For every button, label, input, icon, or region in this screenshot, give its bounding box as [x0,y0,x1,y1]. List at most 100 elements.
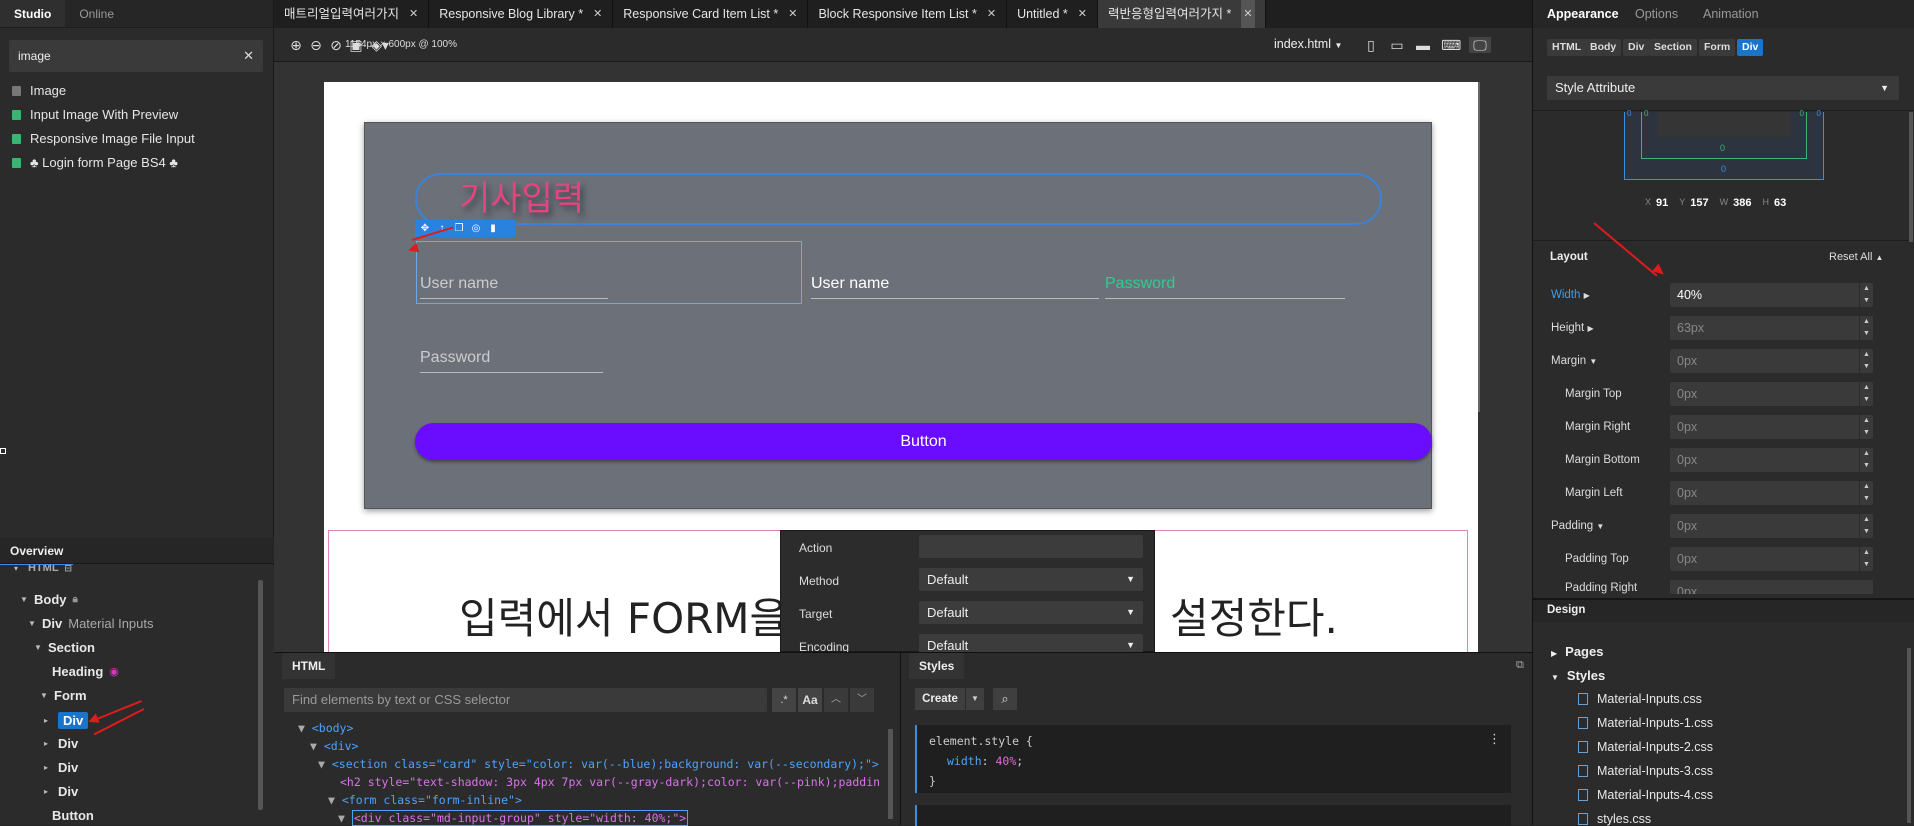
method-select[interactable]: Default ▼ [919,568,1143,591]
css-file[interactable]: styles.css [1578,812,1651,826]
delete-icon[interactable]: ▮ [486,223,500,234]
html-scrollbar[interactable] [888,729,893,819]
tab-html[interactable]: HTML [282,653,336,679]
password-field[interactable]: Password [1105,275,1345,299]
dom-line[interactable]: ▼ <form class="form-inline"> [328,793,522,807]
component-search-input[interactable]: image ✕ [9,40,263,72]
tree-item-form[interactable]: ▼ Form [40,688,87,703]
chevron-down-icon[interactable]: ﹀ [850,688,874,712]
close-icon[interactable]: ✕ [1078,0,1087,28]
width-label[interactable]: Width ▶ [1551,289,1590,301]
tree-item-body[interactable]: ▼ Body 🔒︎ [20,592,78,607]
padding-input[interactable]: 0px ▲ ▼ [1670,514,1873,538]
style-rule[interactable] [915,805,1511,826]
margin-top-input[interactable]: 0px ▲ ▼ [1670,382,1873,406]
tree-item-div[interactable]: ▸ Div [44,736,78,751]
username-field[interactable]: User name [811,275,1099,299]
crumb-form[interactable]: Form [1699,39,1736,56]
laptop-view-icon[interactable]: ⌨ [1441,37,1461,53]
crumb-html[interactable]: HTML [1547,39,1587,56]
margin-right-input[interactable]: 0px ▲ ▼ [1670,415,1873,439]
tab-animation[interactable]: Animation [1703,0,1759,28]
style-attribute-select[interactable]: Style Attribute ▼ [1547,76,1899,100]
tree-scrollbar[interactable] [258,580,263,810]
stepper-icon[interactable]: ▲ ▼ [1859,349,1873,373]
dom-line[interactable]: ▼ <body> [298,721,353,735]
doc-tab[interactable]: 매트리얼입력여러가지 ✕ [274,0,430,28]
crumb-body[interactable]: Body [1585,39,1622,56]
tree-item-button[interactable]: Button [52,808,94,823]
css-file[interactable]: Material-Inputs.css [1578,692,1702,706]
css-file[interactable]: Material-Inputs-2.css [1578,740,1713,754]
duplicate-icon[interactable]: ❐ [452,223,466,234]
height-label[interactable]: Height ▶ [1551,322,1594,334]
css-file[interactable]: Material-Inputs-4.css [1578,788,1713,802]
encoding-select[interactable]: Default ▼ [919,634,1143,653]
stepper-icon[interactable]: ▲ ▼ [1859,547,1873,571]
crumb-div-active[interactable]: Div [1737,39,1764,56]
dom-line[interactable]: <h2 style="text-shadow: 3px 4px 7px var(… [340,775,880,789]
html-search-input[interactable]: Find elements by text or CSS selector [284,688,767,712]
pages-folder[interactable]: ▶ Pages [1551,644,1603,659]
tablet-landscape-icon[interactable]: ▬ [1415,37,1431,53]
element-style-rule[interactable]: element.style { width: 40%; } ⋮ [915,725,1511,793]
action-input[interactable] [919,535,1143,558]
box-model-margin[interactable]: 0 0 0 0 0 0 [1624,109,1824,180]
component-item[interactable]: Image [12,83,66,98]
zoom-in-icon[interactable]: ⊕ [288,37,304,53]
submit-button[interactable]: Button [415,423,1432,460]
tree-item-heading[interactable]: Heading ◉ [52,664,119,679]
rule-declaration[interactable]: width: 40%; [947,754,1023,768]
dom-line-selected[interactable]: ▼ <div class="md-input-group" style="wid… [338,810,689,826]
doc-tab[interactable]: Untitled * ✕ [1007,0,1099,28]
padding-right-input[interactable]: 0px [1670,580,1873,594]
tree-item-div-selected[interactable]: ▸ Div [44,712,89,729]
close-icon[interactable]: ✕ [593,0,602,28]
case-toggle[interactable]: Aa [798,688,822,712]
stepper-icon[interactable]: ▲ ▼ [1859,382,1873,406]
layout-section-title[interactable]: Layout [1550,251,1588,263]
doc-tab-active[interactable]: 력반응형입력여러가지 * ✕ [1098,0,1266,28]
css-file[interactable]: Material-Inputs-1.css [1578,716,1713,730]
tab-design[interactable]: Design [1547,604,1585,616]
close-icon[interactable]: ✕ [1241,0,1255,28]
tree-item-html[interactable]: ▾ HTML ⊟ [14,565,72,574]
crumb-section[interactable]: Section [1649,39,1697,56]
stepper-icon[interactable]: ▲ ▼ [1859,316,1873,340]
stepper-icon[interactable]: ▲ ▼ [1859,415,1873,439]
box-model-padding[interactable]: 0 0 0 [1641,109,1807,159]
target-select[interactable]: Default ▼ [919,601,1143,624]
tab-online[interactable]: Online [65,0,128,27]
css-file[interactable]: Material-Inputs-3.css [1578,764,1713,778]
stepper-icon[interactable]: ▲ ▼ [1859,283,1873,307]
margin-left-input[interactable]: 0px ▲ ▼ [1670,481,1873,505]
tree-item-section[interactable]: ▼ Section [34,640,95,655]
tab-styles[interactable]: Styles [909,653,965,679]
tree-item-div[interactable]: ▸ Div [44,760,78,775]
design-scrollbar[interactable] [1907,648,1911,823]
close-icon[interactable]: ✕ [409,0,418,28]
chevron-up-icon[interactable]: ︿ [824,688,848,712]
tablet-view-icon[interactable]: ▭ [1389,37,1405,53]
component-item[interactable]: Input Image With Preview [12,107,178,122]
regex-toggle[interactable]: .* [772,688,796,712]
component-item[interactable]: Responsive Image File Input [12,131,195,146]
username-field[interactable]: User name [420,275,608,299]
tab-appearance[interactable]: Appearance [1547,0,1619,28]
margin-label[interactable]: Margin ▼ [1551,355,1597,367]
zoom-out-icon[interactable]: ⊖ [308,37,324,53]
styles-folder[interactable]: ▼ Styles [1551,668,1605,683]
close-icon[interactable]: ✕ [987,0,996,28]
file-select[interactable]: index.html ▼ [1274,37,1342,51]
stepper-icon[interactable]: ▲ ▼ [1859,481,1873,505]
tab-overview[interactable]: Overview [0,538,74,566]
tab-studio[interactable]: Studio [0,0,66,27]
phone-view-icon[interactable]: ▯ [1363,37,1379,53]
card-section[interactable]: 기사입력 ✥ ↑ ❐ ◎ ▮ User name User name Passw… [364,122,1432,509]
tab-options[interactable]: Options [1635,0,1678,28]
crumb-div[interactable]: Div [1623,39,1650,56]
width-input[interactable]: 40% ▲ ▼ [1670,283,1873,307]
height-input[interactable]: 63px ▲ ▼ [1670,316,1873,340]
margin-bottom-input[interactable]: 0px ▲ ▼ [1670,448,1873,472]
padding-top-input[interactable]: 0px ▲ ▼ [1670,547,1873,571]
